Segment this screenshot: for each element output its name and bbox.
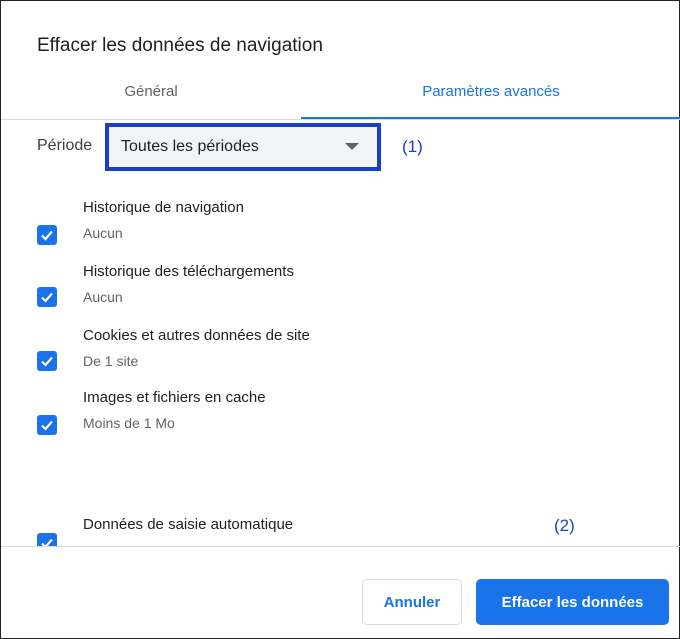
checkbox-browsing-history[interactable] <box>37 225 57 245</box>
item-subtitle: De 1 site <box>83 353 139 369</box>
item-title: Historique de navigation <box>83 199 244 216</box>
data-types-list: Historique de navigation Aucun Historiqu… <box>1 181 680 546</box>
list-item-cookies: Cookies et autres données de site De 1 s… <box>1 327 680 387</box>
period-select[interactable]: Toutes les périodes <box>105 123 381 171</box>
cancel-button[interactable]: Annuler <box>362 579 462 625</box>
list-item-download-history: Historique des téléchargements Aucun <box>1 263 680 323</box>
checkmark-icon <box>41 356 53 367</box>
dialog-title: Effacer les données de navigation <box>37 35 323 56</box>
period-selected-value: Toutes les périodes <box>121 138 259 155</box>
annotation-2: (2) <box>554 516 575 535</box>
annotation-1: (1) <box>402 137 423 156</box>
item-subtitle: Aucun <box>83 289 123 305</box>
checkbox-cached-images[interactable] <box>37 415 57 435</box>
checkmark-icon <box>41 538 53 546</box>
item-title: Images et fichiers en cache <box>83 389 266 406</box>
dropdown-arrow-icon <box>345 143 359 150</box>
checkbox-cookies[interactable] <box>37 351 57 371</box>
tab-general[interactable]: Général <box>1 63 301 119</box>
item-subtitle: Aucun <box>83 225 123 241</box>
tabs-bar: Général Paramètres avancés <box>1 63 680 120</box>
list-item-autofill-data: Données de saisie automatique <box>1 516 680 546</box>
item-title: Données de saisie automatique <box>83 516 294 533</box>
list-item-browsing-history: Historique de navigation Aucun <box>1 199 680 259</box>
list-item-cached-images: Images et fichiers en cache Moins de 1 M… <box>1 389 680 449</box>
tabs-divider <box>1 119 680 120</box>
item-title: Cookies et autres données de site <box>83 327 310 344</box>
period-label: Période <box>37 137 93 154</box>
checkbox-autofill-data[interactable] <box>37 533 57 546</box>
clear-browsing-data-dialog: Effacer les données de navigation Généra… <box>0 0 680 639</box>
checkmark-icon <box>41 292 53 303</box>
tab-advanced-settings[interactable]: Paramètres avancés <box>301 63 680 119</box>
checkmark-icon <box>41 230 53 241</box>
checkmark-icon <box>41 420 53 431</box>
footer-divider <box>1 546 680 547</box>
checkbox-download-history[interactable] <box>37 287 57 307</box>
item-subtitle: Moins de 1 Mo <box>83 415 175 431</box>
clear-data-button[interactable]: Effacer les données <box>476 579 669 625</box>
item-title: Historique des téléchargements <box>83 263 294 280</box>
